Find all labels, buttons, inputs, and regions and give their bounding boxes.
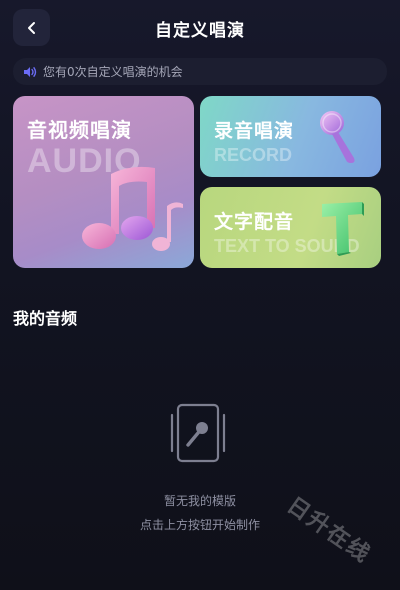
- text-to-sound-card[interactable]: 文字配音 TEXT TO SOUND: [200, 187, 381, 268]
- empty-state-message: 暂无我的模版: [163, 494, 236, 508]
- record-card[interactable]: 录音唱演 RECORD: [200, 96, 381, 177]
- card-title: 文字配音: [214, 211, 295, 233]
- notice-bar: 您有0次自定义唱演的机会: [13, 58, 387, 85]
- music-note-icon: [82, 166, 183, 251]
- speaker-icon: [24, 66, 37, 77]
- section-title: 我的音频: [13, 309, 78, 328]
- audio-video-card[interactable]: 音视频唱演 AUDIO: [13, 96, 194, 268]
- card-subtitle: RECORD: [214, 145, 293, 165]
- card-title: 录音唱演: [214, 120, 295, 142]
- letter-t-icon: [322, 202, 364, 256]
- empty-template-icon: [170, 403, 226, 463]
- page-title: 自定义唱演: [155, 21, 245, 41]
- card-title: 音视频唱演: [27, 118, 132, 142]
- notice-text: 您有0次自定义唱演的机会: [43, 65, 183, 79]
- microphone-icon: [320, 111, 355, 163]
- header: 自定义唱演: [0, 0, 400, 56]
